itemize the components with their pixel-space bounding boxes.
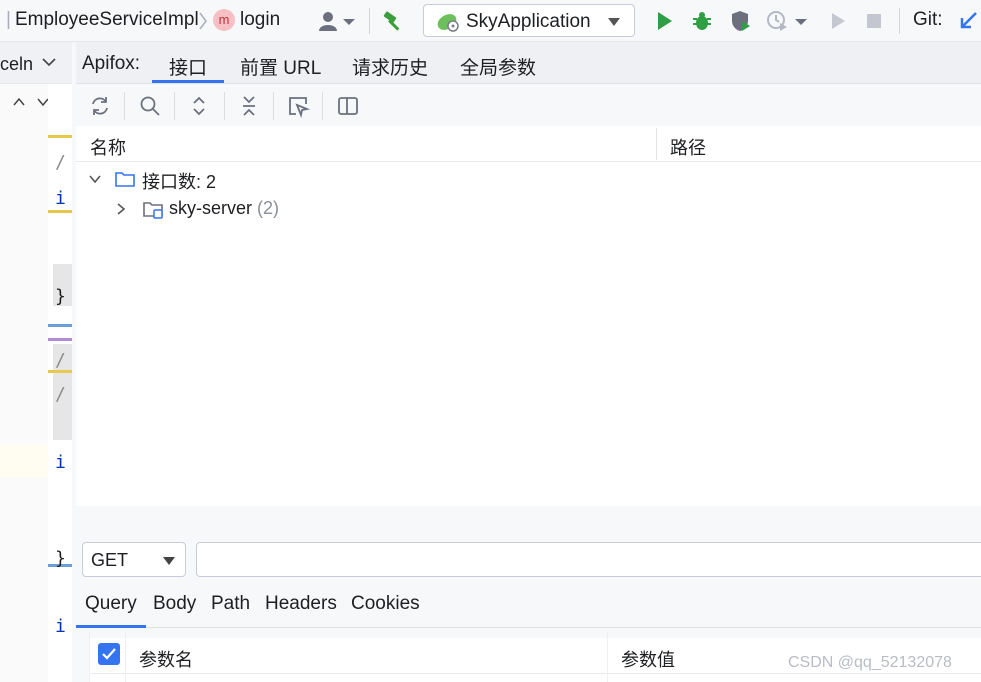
chevron-down-icon[interactable] — [41, 56, 57, 68]
code-glyph: i — [55, 188, 66, 209]
checkmark-icon — [102, 648, 116, 660]
module-folder-icon — [143, 202, 163, 219]
run-icon[interactable] — [652, 9, 676, 33]
editor-tab-label: celn — [0, 54, 34, 74]
tab-path[interactable]: Path — [211, 593, 250, 615]
code-glyph: i — [55, 616, 66, 637]
tab-body[interactable]: Body — [153, 593, 196, 615]
code-glyph: / — [55, 384, 66, 405]
divider — [273, 92, 274, 120]
coverage-shield-icon[interactable] — [728, 9, 752, 33]
watermark: CSDN @qq_52132078 — [788, 654, 952, 671]
chevron-up-icon[interactable] — [12, 96, 26, 108]
code-glyph: } — [55, 286, 66, 307]
chevron-down-icon[interactable] — [340, 9, 358, 33]
divider — [224, 92, 225, 120]
tab-query[interactable]: Query — [85, 593, 137, 615]
url-input[interactable] — [196, 542, 981, 577]
code-glyph: i — [55, 452, 66, 473]
method-badge-icon: m — [213, 9, 235, 31]
apifox-tab-bar: Apifox: 接口 前置 URL 请求历史 全局参数 — [76, 42, 981, 84]
debug-bug-icon[interactable] — [690, 9, 714, 33]
git-label: Git: — [913, 9, 943, 30]
column-header-path[interactable]: 路径 — [670, 134, 706, 160]
user-icon[interactable] — [318, 9, 342, 33]
chevron-right-icon[interactable] — [114, 202, 128, 216]
tree-item-name: sky-server — [169, 198, 253, 218]
locate-icon[interactable] — [286, 94, 310, 118]
tab-cookies[interactable]: Cookies — [351, 593, 420, 615]
code-glyph: / — [55, 350, 66, 371]
folder-icon — [115, 172, 135, 187]
divider — [322, 92, 323, 120]
chevron-down-icon[interactable] — [88, 172, 102, 186]
tab-api[interactable]: 接口 — [169, 53, 207, 80]
chevron-right-icon — [199, 12, 207, 30]
tree-item-count: (2) — [257, 198, 280, 218]
divider — [369, 8, 370, 34]
divider — [125, 632, 126, 682]
divider — [89, 632, 90, 682]
chevron-down-icon[interactable] — [792, 9, 810, 33]
tree-header: 名称 路径 — [76, 126, 981, 162]
request-subtabs: Query Body Path Headers Cookies — [76, 586, 981, 628]
navigation-bar: | EmployeeServiceImpl m login SkyApplicat… — [0, 0, 981, 42]
divider — [48, 210, 72, 213]
code-glyph: / — [55, 152, 66, 173]
divider — [124, 92, 125, 120]
active-tab-indicator — [152, 80, 224, 83]
divider — [48, 324, 72, 327]
expand-all-icon[interactable] — [187, 94, 211, 118]
breadcrumb-class-label: EmployeeServiceImpl — [14, 9, 199, 30]
divider — [607, 632, 608, 682]
editor-gutter — [0, 84, 49, 682]
tab-prefix-url[interactable]: 前置 URL — [240, 53, 321, 80]
split-layout-icon[interactable] — [336, 94, 360, 118]
tab-global-params[interactable]: 全局参数 — [460, 53, 536, 80]
run-configuration-label: SkyApplication — [466, 11, 591, 32]
apifox-toolbar — [76, 84, 981, 126]
column-header-name[interactable]: 名称 — [90, 134, 126, 160]
api-tree: 名称 路径 接口数: 2 sky-server (2) — [76, 126, 981, 506]
collapse-all-icon[interactable] — [237, 94, 261, 118]
editor-tab[interactable]: celn — [0, 42, 72, 84]
tree-item-label: sky-server (2) — [169, 198, 279, 219]
divider — [48, 135, 72, 138]
stop-icon[interactable] — [862, 9, 886, 33]
run-configuration-select[interactable]: SkyApplication — [423, 4, 635, 37]
apifox-title: Apifox: — [82, 53, 141, 74]
spring-leaf-icon — [437, 14, 459, 32]
http-method-select[interactable]: GET — [82, 542, 186, 577]
refresh-icon[interactable] — [88, 94, 112, 118]
active-tab-indicator — [76, 625, 146, 628]
tab-headers[interactable]: Headers — [265, 593, 337, 615]
caret-down-icon — [608, 18, 620, 26]
breadcrumb-method[interactable]: login — [240, 9, 280, 31]
divider[interactable] — [656, 128, 657, 160]
tree-row-sky-server[interactable]: sky-server (2) — [76, 194, 981, 224]
column-header-param-value: 参数值 — [621, 650, 675, 670]
tree-root-label: 接口数: 2 — [142, 172, 217, 192]
tab-request-history[interactable]: 请求历史 — [352, 53, 428, 80]
row-checkbox[interactable] — [98, 643, 120, 665]
divider: | — [6, 9, 11, 30]
divider — [174, 92, 175, 120]
column-header-param-name: 参数名 — [139, 650, 193, 670]
build-hammer-icon[interactable] — [381, 9, 405, 33]
editor-strip: celn / i } / / i } i — [0, 42, 72, 682]
tree-row-root[interactable]: 接口数: 2 — [76, 164, 981, 194]
breadcrumb-class[interactable]: | EmployeeServiceImpl — [6, 9, 199, 31]
git-update-arrow-icon[interactable] — [956, 9, 980, 33]
caret-down-icon — [163, 557, 175, 565]
resume-icon[interactable] — [826, 9, 850, 33]
code-glyph: } — [55, 548, 66, 569]
apifox-panel: Apifox: 接口 前置 URL 请求历史 全局参数 名称 路径 接口数: 2 — [76, 42, 981, 682]
divider — [48, 338, 72, 341]
http-method-value: GET — [91, 550, 129, 570]
profiler-icon[interactable] — [765, 9, 789, 33]
divider — [899, 8, 900, 34]
search-icon[interactable] — [138, 94, 162, 118]
